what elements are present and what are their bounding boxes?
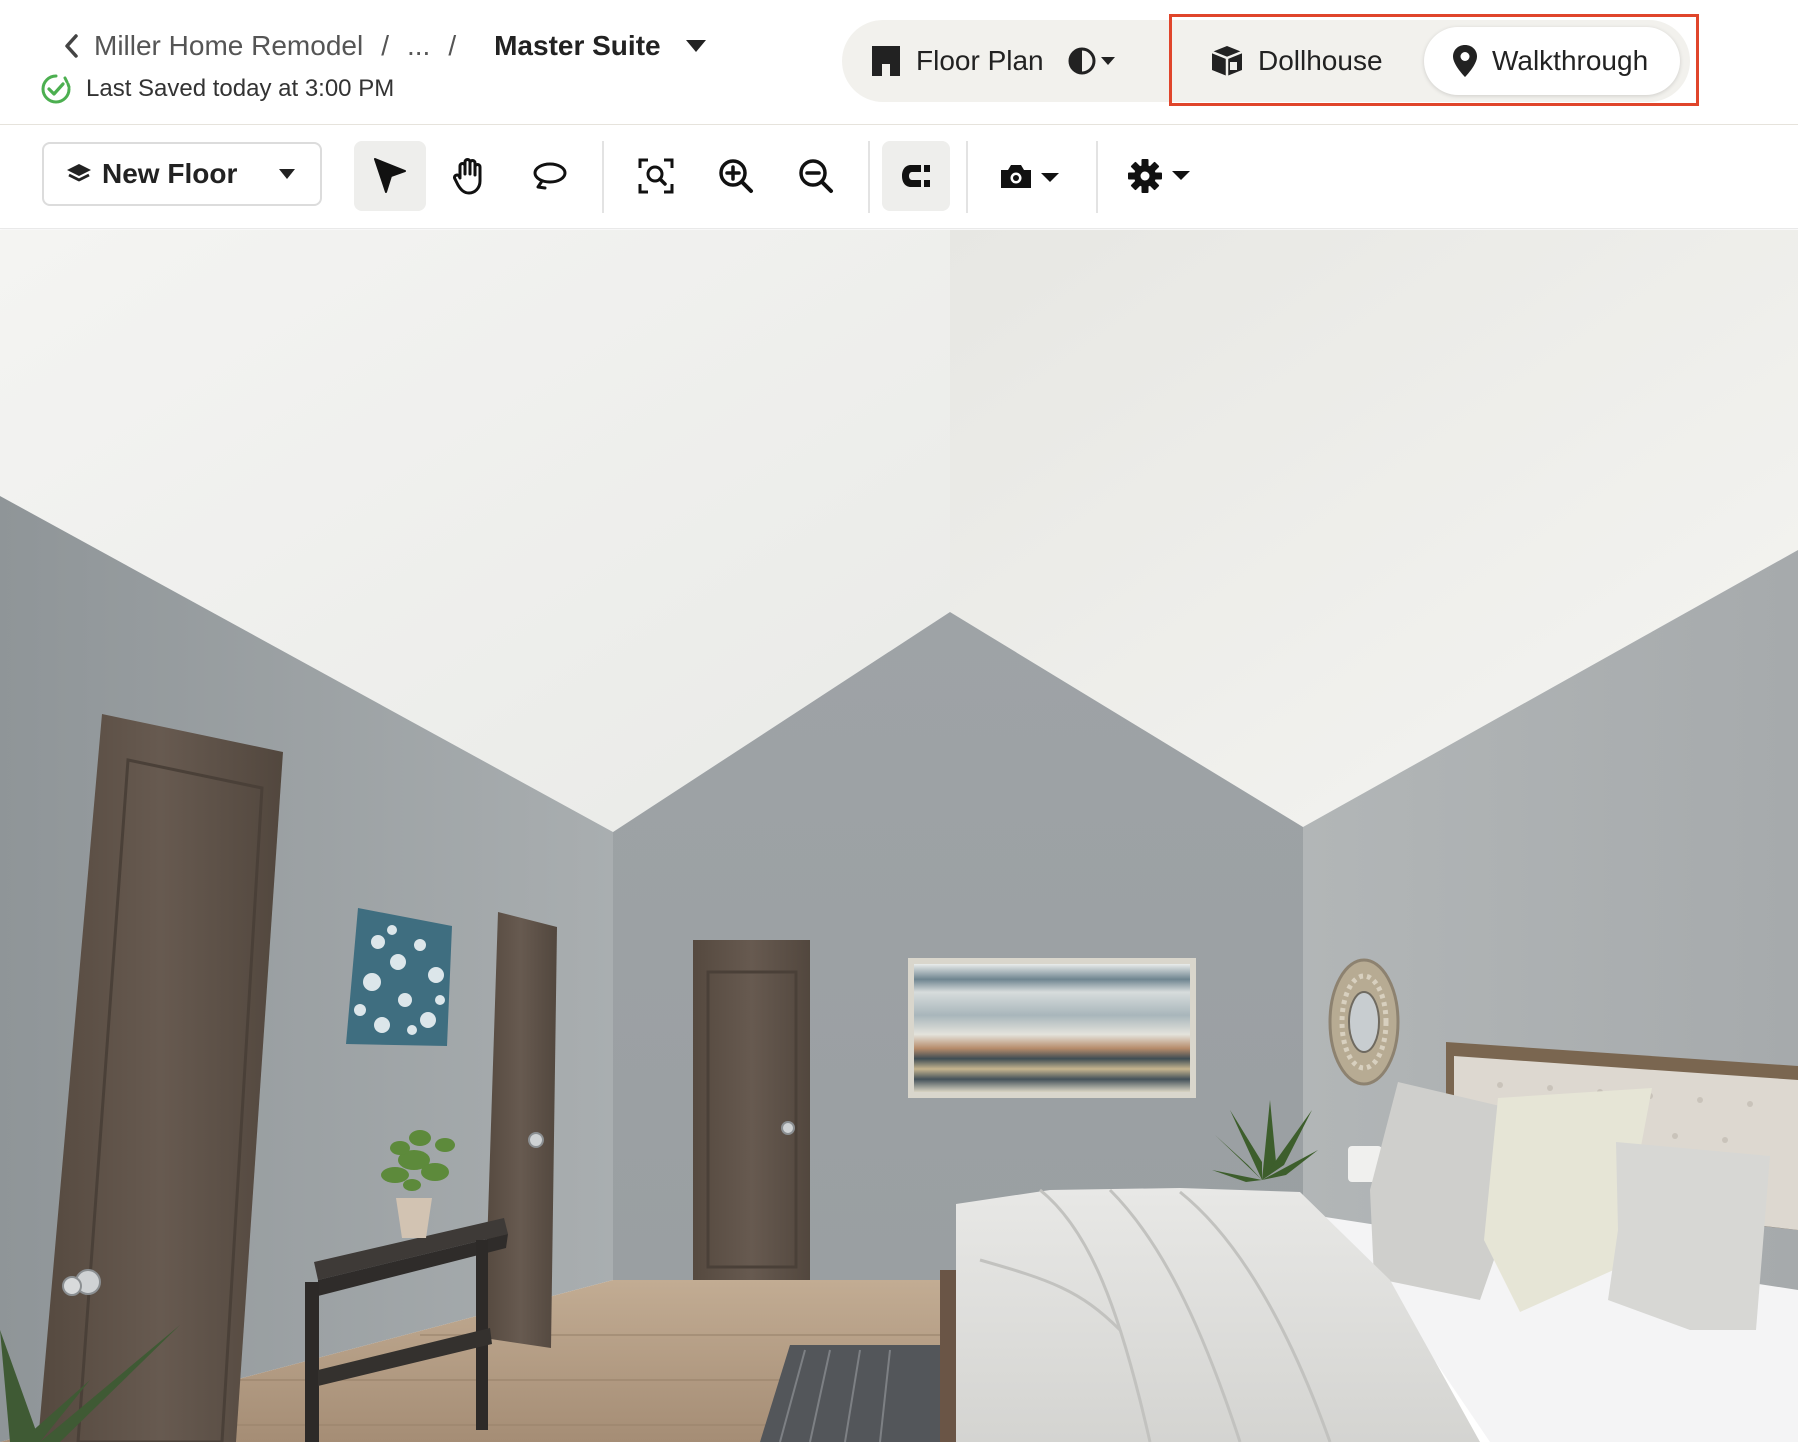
walkthrough-label: Walkthrough [1492, 45, 1649, 76]
walkthrough-button[interactable]: Walkthrough [1424, 27, 1680, 95]
breadcrumb-project-link[interactable]: Miller Home Remodel [94, 30, 363, 62]
settings-dropdown-button[interactable] [1120, 141, 1202, 211]
floor-plan-icon [872, 46, 900, 76]
room-render[interactable] [0, 230, 1798, 1442]
toolbar-divider [602, 141, 604, 213]
zoom-fit-icon [638, 158, 674, 194]
zoom-fit-button[interactable] [620, 141, 692, 211]
zoom-in-icon [719, 159, 753, 193]
chevron-down-icon [279, 169, 295, 179]
breadcrumb-separator: / [448, 30, 457, 61]
breadcrumb-ellipsis[interactable]: ... [407, 30, 430, 62]
contrast-icon [1068, 47, 1115, 75]
editor-toolbar: New Floor [0, 125, 1798, 229]
toolbar-divider [868, 141, 870, 213]
walkthrough-3d-viewport[interactable] [0, 230, 1798, 1442]
breadcrumb-separator: / [381, 30, 389, 61]
save-status-text: Last Saved today at 3:00 PM [86, 75, 395, 102]
orbit-tool-button[interactable] [514, 141, 586, 211]
floor-plan-button[interactable]: Floor Plan [870, 27, 1044, 95]
select-tool-button[interactable] [354, 141, 426, 211]
dollhouse-cube-icon [1211, 46, 1243, 76]
view-mode-switch: Floor Plan Dollhouse Walkthrough [842, 20, 1690, 102]
save-status: Last Saved today at 3:00 PM [40, 72, 394, 106]
contrast-toggle[interactable] [1068, 27, 1132, 95]
layers-icon [67, 164, 91, 182]
pan-tool-button[interactable] [434, 141, 506, 211]
location-pin-icon [1453, 45, 1477, 77]
breadcrumb: Miller Home Remodel / ... / Master Suite [58, 28, 709, 64]
snap-toggle-button[interactable] [882, 141, 950, 211]
pan-hand-icon [453, 158, 482, 195]
back-chevron-icon[interactable] [58, 28, 84, 64]
floor-select-dropdown[interactable]: New Floor [42, 142, 322, 206]
zoom-out-icon [799, 159, 833, 193]
toolbar-divider [966, 141, 968, 213]
top-header: Miller Home Remodel / ... / Master Suite… [0, 0, 1798, 125]
settings-gear-icon [1128, 159, 1190, 193]
camera-dropdown-button[interactable] [990, 141, 1072, 211]
select-arrow-icon [374, 158, 406, 193]
saved-check-icon [41, 74, 71, 104]
breadcrumb-current-room[interactable]: Master Suite [494, 30, 661, 62]
floor-plan-label: Floor Plan [916, 45, 1044, 76]
dollhouse-label: Dollhouse [1258, 45, 1383, 76]
dollhouse-button[interactable]: Dollhouse [1210, 27, 1383, 95]
toolbar-divider [1096, 141, 1098, 213]
rotate-icon [533, 162, 567, 190]
floor-select-value: New Floor [102, 158, 238, 189]
zoom-in-button[interactable] [700, 141, 772, 211]
camera-icon [1001, 165, 1059, 188]
room-dropdown-caret-icon[interactable] [685, 28, 709, 64]
zoom-out-button[interactable] [780, 141, 852, 211]
snap-magnet-icon [902, 165, 930, 187]
